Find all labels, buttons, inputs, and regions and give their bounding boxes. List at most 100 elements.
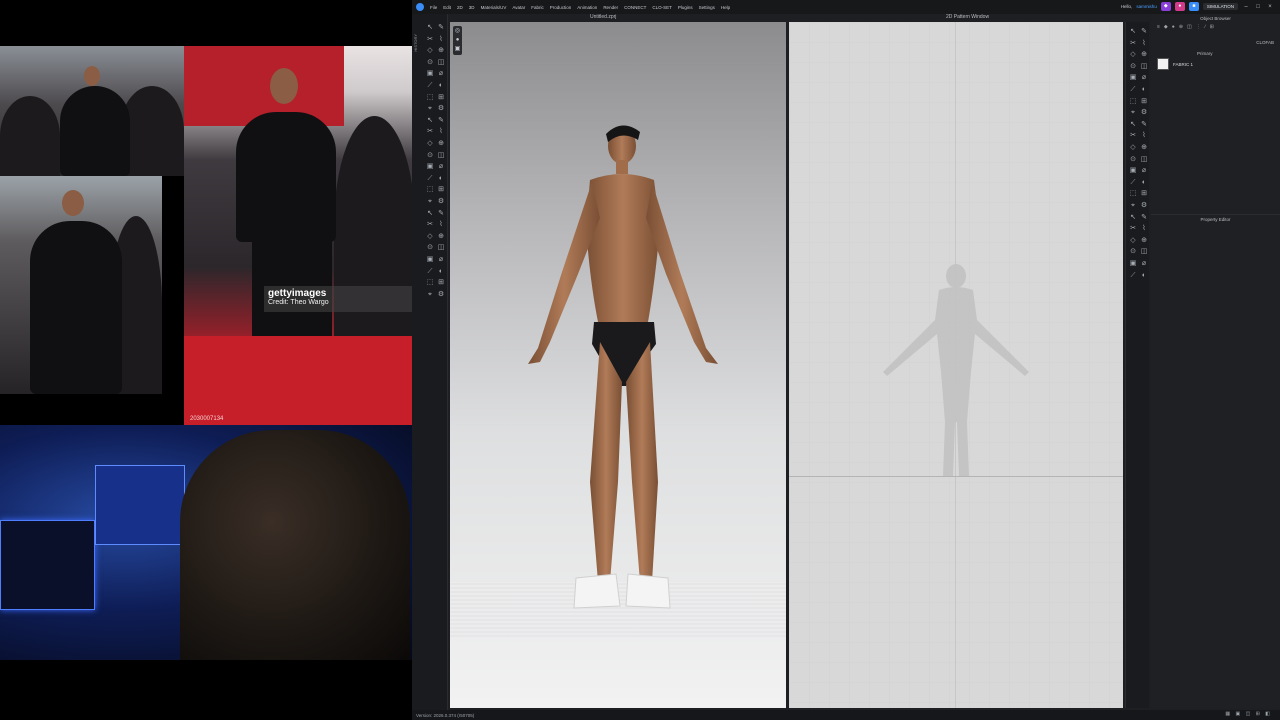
gear-icon[interactable]: ✎: [1140, 214, 1148, 221]
grid-icon[interactable]: ✎: [1140, 121, 1148, 128]
eye-icon[interactable]: ⌀: [1140, 167, 1148, 174]
pin-icon[interactable]: ◇: [426, 47, 434, 54]
fold-icon[interactable]: ⌖: [1129, 202, 1137, 209]
pin-icon[interactable]: ⚙: [1140, 202, 1148, 209]
measure-icon[interactable]: ◫: [1140, 156, 1148, 163]
status-icons[interactable]: ▦ ▣ ◫ ⊞ ◧: [1225, 711, 1272, 717]
measure-icon[interactable]: ↖: [1129, 214, 1137, 221]
cut-icon[interactable]: ⚙: [437, 291, 445, 298]
zipper-tab-icon[interactable]: ⋮: [1196, 24, 1201, 30]
eye-icon[interactable]: ↖: [1129, 121, 1137, 128]
measure-icon[interactable]: ⊕: [437, 47, 445, 54]
history-tab[interactable]: HISTORY: [413, 34, 419, 52]
eye-icon[interactable]: ⌀: [437, 163, 445, 170]
2d-pattern-window[interactable]: [789, 22, 1123, 708]
pen-icon[interactable]: ⌇: [437, 128, 445, 135]
measure-icon[interactable]: ⌖: [1129, 109, 1137, 116]
menu-2d[interactable]: 2D: [457, 5, 463, 10]
cut-icon[interactable]: ◐: [1140, 86, 1148, 93]
grid-icon[interactable]: ⌇: [1140, 225, 1148, 232]
gear-icon[interactable]: ⊙: [426, 59, 434, 66]
graphic-tab-icon[interactable]: ◫: [1187, 24, 1192, 30]
fold-icon[interactable]: ◫: [437, 244, 445, 251]
menu-fabric[interactable]: Fabric: [531, 5, 544, 10]
view-camera-icon[interactable]: ◎: [453, 27, 462, 36]
avatar-model[interactable]: [450, 22, 786, 708]
topstitch-tab-icon[interactable]: ⊕: [1179, 24, 1183, 30]
fold-icon[interactable]: ⌖: [426, 198, 434, 205]
pen-icon[interactable]: ⌖: [426, 291, 434, 298]
menu-settings[interactable]: Settings: [699, 5, 715, 10]
measure-icon[interactable]: ⌀: [1140, 260, 1148, 267]
cut-icon[interactable]: ✂: [1129, 40, 1137, 47]
connect-icon[interactable]: ■: [1188, 2, 1199, 11]
fold-icon[interactable]: ⌇: [1140, 40, 1148, 47]
cut-icon[interactable]: ◇: [1129, 144, 1137, 151]
fold-icon[interactable]: ⌇: [437, 36, 445, 43]
gear-icon[interactable]: ⟋: [1129, 272, 1137, 279]
menu-3d[interactable]: 3D: [469, 5, 475, 10]
fold-icon[interactable]: ⬚: [426, 94, 434, 101]
pin-icon[interactable]: ⚙: [437, 198, 445, 205]
menu-animation[interactable]: Animation: [577, 5, 597, 10]
cut-icon[interactable]: ⊞: [1140, 190, 1148, 197]
pen-icon[interactable]: ⌇: [1140, 132, 1148, 139]
measure-icon[interactable]: ⊕: [1140, 51, 1148, 58]
menu-file[interactable]: File: [430, 5, 437, 10]
pen-icon[interactable]: ⊕: [437, 233, 445, 240]
grid-tab-icon[interactable]: ⊞: [1210, 24, 1214, 30]
eye-icon[interactable]: ◫: [437, 59, 445, 66]
pin-icon[interactable]: ⊙: [426, 152, 434, 159]
pen-icon[interactable]: ⬚: [1129, 190, 1137, 197]
pointer-icon[interactable]: ◇: [1129, 237, 1137, 244]
gear-icon[interactable]: ⟋: [426, 268, 434, 275]
measure-icon[interactable]: ⌖: [426, 105, 434, 112]
menu-connect[interactable]: CONNECT: [624, 5, 646, 10]
pen-icon[interactable]: ⊕: [1140, 237, 1148, 244]
grid-icon[interactable]: ⟋: [426, 175, 434, 182]
button-tab-icon[interactable]: ◆: [1164, 24, 1168, 30]
fold-icon[interactable]: ⊕: [1140, 144, 1148, 151]
maximize-icon[interactable]: □: [1254, 4, 1262, 10]
menu-materials[interactable]: Materials/UV: [481, 5, 507, 10]
menu-production[interactable]: Production: [550, 5, 572, 10]
grid-icon[interactable]: ⌇: [437, 221, 445, 228]
mode-selector[interactable]: SIMULATION: [1202, 3, 1238, 10]
cut-icon[interactable]: ✂: [426, 36, 434, 43]
grid-icon[interactable]: ⬚: [426, 279, 434, 286]
grid-icon[interactable]: ⟋: [1129, 179, 1137, 186]
marketplace-icon[interactable]: ●: [1174, 2, 1185, 11]
pointer-icon[interactable]: ↖: [1129, 28, 1137, 35]
view-display-icon[interactable]: ▣: [453, 45, 462, 54]
pointer-icon[interactable]: ⌀: [1140, 74, 1148, 81]
pin-icon[interactable]: ⊞: [1140, 98, 1148, 105]
puckering-tab-icon[interactable]: ∕: [1205, 24, 1206, 30]
gear-icon[interactable]: ⊙: [1129, 63, 1137, 70]
eye-icon[interactable]: ✂: [426, 221, 434, 228]
fold-icon[interactable]: ⊕: [437, 140, 445, 147]
cut-icon[interactable]: ⊞: [437, 186, 445, 193]
cut-icon[interactable]: ◐: [437, 82, 445, 89]
measure-icon[interactable]: ↖: [426, 210, 434, 217]
minimize-icon[interactable]: –: [1242, 4, 1250, 10]
pointer-icon[interactable]: ◐: [1140, 179, 1148, 186]
eye-icon[interactable]: ◫: [1140, 63, 1148, 70]
fabric-list-item[interactable]: FABRIC 1: [1157, 58, 1193, 70]
pointer-icon[interactable]: ⊞: [437, 279, 445, 286]
menu-render[interactable]: Render: [603, 5, 618, 10]
close-icon[interactable]: ×: [1266, 4, 1274, 10]
pin-icon[interactable]: ◇: [1129, 51, 1137, 58]
pen-icon[interactable]: ✎: [437, 24, 445, 31]
fabric-tab-icon[interactable]: ≡: [1157, 24, 1160, 30]
measure-icon[interactable]: ◫: [437, 152, 445, 159]
menu-plugins[interactable]: Plugins: [678, 5, 693, 10]
user-name[interactable]: sammishu: [1136, 4, 1157, 9]
cut-icon[interactable]: ⊙: [1129, 248, 1137, 255]
pointer-icon[interactable]: ⌀: [437, 70, 445, 77]
gear-icon[interactable]: ✎: [437, 210, 445, 217]
pin-icon[interactable]: ⊙: [1129, 156, 1137, 163]
menu-clo-set[interactable]: CLO-SET: [652, 5, 672, 10]
view-light-icon[interactable]: ●: [453, 36, 462, 45]
grid-icon[interactable]: ▣: [426, 70, 434, 77]
clofab-label[interactable]: CLOFAB: [1256, 40, 1274, 45]
